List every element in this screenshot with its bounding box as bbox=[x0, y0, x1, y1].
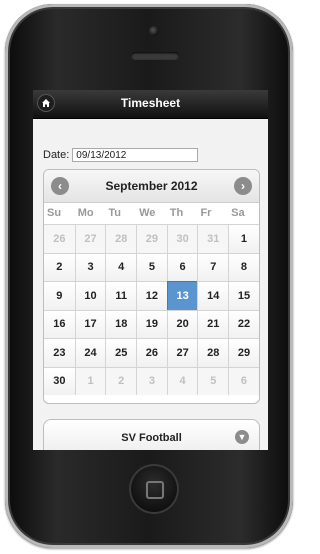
calendar-day[interactable]: 27 bbox=[74, 224, 106, 253]
weekday-label: Mo bbox=[77, 207, 94, 219]
weekday-label: Sa bbox=[231, 207, 245, 219]
calendar-week-row: 16 17 18 19 20 21 22 bbox=[44, 309, 259, 338]
calendar-day[interactable]: 5 bbox=[136, 252, 167, 281]
calendar-week-row: 2345678 bbox=[44, 252, 259, 281]
calendar-day[interactable]: 23 bbox=[44, 338, 75, 367]
calendar-day[interactable]: 30 bbox=[44, 366, 75, 395]
calendar-day[interactable]: 31 bbox=[197, 224, 229, 253]
calendar-day[interactable]: 10 bbox=[74, 281, 106, 310]
date-label: Date: bbox=[43, 149, 70, 161]
calendar-day[interactable]: 29 bbox=[228, 338, 259, 367]
calendar-day[interactable]: 27 bbox=[166, 338, 198, 367]
calendar-day[interactable]: 5 bbox=[197, 366, 229, 395]
calendar-day[interactable]: 30 bbox=[166, 224, 198, 253]
date-row: Date: bbox=[43, 147, 199, 163]
timesheet-content: Date: ‹ September 2012 › SuMoTuWeThFrSa … bbox=[33, 119, 268, 450]
calendar-day[interactable]: 2 bbox=[105, 366, 137, 395]
calendar-day[interactable]: 26 bbox=[136, 338, 167, 367]
calendar-day[interactable]: 12 bbox=[136, 281, 167, 310]
calendar-day[interactable]: 16 bbox=[44, 309, 75, 338]
weekday-label: Th bbox=[169, 207, 184, 219]
weekday-label: We bbox=[139, 207, 156, 219]
weekday-label: Fr bbox=[200, 207, 212, 219]
calendar-day-grid: 26 27 28 29 30 31 1 2 3 4 5 6 7 8 9 10 11 12 13 14 15 16 17 18 1… bbox=[44, 224, 259, 395]
calendar-day[interactable]: 3 bbox=[136, 366, 167, 395]
calendar-header: ‹ September 2012 › bbox=[44, 170, 259, 203]
camera bbox=[149, 26, 159, 36]
calendar-month-label: September 2012 bbox=[105, 179, 198, 193]
calendar-day[interactable]: 20 bbox=[166, 309, 198, 338]
calendar-week-row: 9 10 11 12 13 14 15 bbox=[44, 281, 259, 310]
calendar-day[interactable]: 2 bbox=[44, 252, 75, 281]
calendar-week-row: 30 1 2 3 4 5 6 bbox=[44, 366, 259, 395]
calendar-day[interactable]: 4 bbox=[166, 366, 198, 395]
calendar-day[interactable]: 17 bbox=[74, 309, 106, 338]
calendar-day[interactable]: 25 bbox=[105, 338, 137, 367]
project-select-value: SV Football bbox=[121, 432, 182, 444]
chevron-down-icon: ▼ bbox=[235, 430, 249, 444]
calendar-day[interactable]: 24 bbox=[74, 338, 106, 367]
calendar-week-row: 23 24 25 26 27 28 29 bbox=[44, 338, 259, 367]
calendar-day[interactable]: 26 bbox=[44, 224, 75, 253]
hardware-home-button[interactable] bbox=[129, 464, 179, 514]
calendar-day[interactable]: 7 bbox=[197, 252, 229, 281]
calendar-day[interactable]: 22 bbox=[228, 309, 259, 338]
weekday-label: Su bbox=[47, 207, 62, 219]
calendar-day[interactable]: 21 bbox=[197, 309, 229, 338]
app-screen: Timesheet Date: ‹ September 2012 › Su Mo T… bbox=[33, 90, 268, 450]
calendar-day[interactable]: 28 bbox=[197, 338, 229, 367]
calendar-day[interactable]: 29 bbox=[136, 224, 167, 253]
calendar-week-row: 26 27 28 29 30 31 1 bbox=[44, 224, 259, 253]
date-picker-calendar: ‹ September 2012 › Su Mo Tu We Th Fr Sa 26 27 28… bbox=[43, 169, 260, 404]
home-square-icon bbox=[146, 481, 164, 499]
calendar-day[interactable]: 1 bbox=[74, 366, 106, 395]
calendar-day[interactable]: 14 bbox=[197, 281, 229, 310]
calendar-day[interactable]: 6 bbox=[166, 252, 198, 281]
calendar-day[interactable]: 28 bbox=[105, 224, 137, 253]
weekday-label: Tu bbox=[108, 207, 121, 219]
chevron-right-icon[interactable]: › bbox=[234, 177, 252, 195]
calendar-day[interactable]: 9 bbox=[44, 281, 75, 310]
page-title: Timesheet bbox=[120, 96, 181, 110]
calendar-day[interactable]: 1 bbox=[228, 224, 259, 253]
calendar-day[interactable]: 11 bbox=[105, 281, 137, 310]
date-input[interactable] bbox=[72, 148, 199, 162]
calendar-day[interactable]: 15 bbox=[228, 281, 259, 310]
calendar-day[interactable]: 4 bbox=[105, 252, 137, 281]
weekday-header-row: Su Mo Tu We Th Fr Sa bbox=[44, 203, 259, 223]
project-select[interactable]: SV Football ▼ bbox=[43, 419, 260, 450]
app-header: Timesheet bbox=[33, 90, 268, 119]
speaker-grille bbox=[131, 52, 179, 60]
calendar-day-selected[interactable]: 13 bbox=[166, 281, 198, 310]
calendar-day[interactable]: 8 bbox=[228, 252, 259, 281]
calendar-day[interactable]: 19 bbox=[136, 309, 167, 338]
calendar-day[interactable]: 3 bbox=[74, 252, 106, 281]
calendar-day[interactable]: 18 bbox=[105, 309, 137, 338]
calendar-day[interactable]: 6 bbox=[228, 366, 259, 395]
